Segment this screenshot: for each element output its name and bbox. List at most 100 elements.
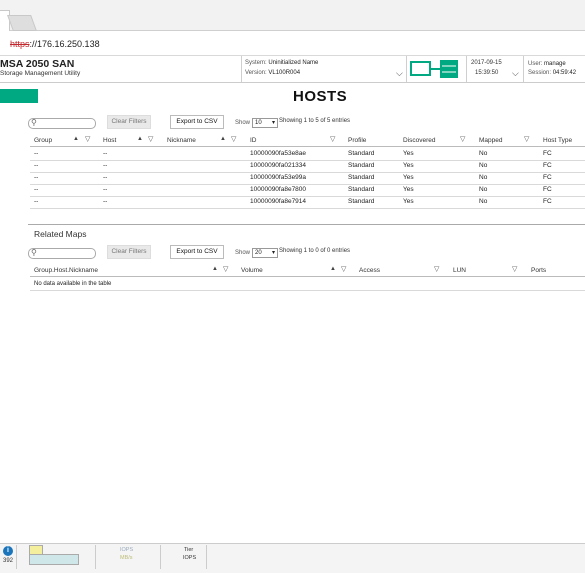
hosts-show-label: Show (235, 120, 251, 126)
sort-icon[interactable]: ▲ (137, 136, 143, 142)
table-row[interactable]: -- -- 10000090fa8e7914 Standard Yes No F… (0, 196, 585, 208)
col-header-discovered[interactable]: Discovered (403, 137, 436, 144)
col-header-id[interactable]: ID (250, 137, 257, 144)
table-row[interactable]: -- -- 10000090fa021334 Standard Yes No F… (0, 160, 585, 172)
maps-export-csv-button[interactable]: Export to CSV (170, 245, 224, 259)
version-info: Version: VL100R004 (245, 70, 301, 76)
col-header-profile[interactable]: Profile (348, 137, 366, 144)
col-header-mapped[interactable]: Mapped (479, 137, 503, 144)
info-icon[interactable]: i (3, 546, 13, 556)
product-name: MSA 2050 SAN (0, 58, 75, 70)
footer-divider (95, 545, 96, 569)
mbs-label: MB/s (120, 555, 133, 561)
hosts-entries-info: Showing 1 to 5 of 5 entries (279, 118, 351, 124)
hosts-export-csv-button[interactable]: Export to CSV (170, 115, 224, 129)
search-icon: ⚲ (31, 118, 37, 127)
cell-profile: Standard (348, 174, 375, 181)
cell-id: 10000090fa53e8ae (250, 150, 307, 157)
filter-icon[interactable]: ▽ (524, 135, 529, 143)
header-divider (466, 56, 467, 82)
maps-show-label: Show (235, 250, 251, 256)
url-host: ://176.16.250.138 (29, 39, 100, 49)
event-count: 392 (3, 558, 14, 564)
sort-icon[interactable]: ▲ (330, 266, 336, 272)
table-row[interactable]: -- -- 10000090fa53e8ae Standard Yes No F… (0, 148, 585, 160)
url-text[interactable]: https://176.16.250.138 (10, 39, 100, 49)
hosts-page-size-select[interactable]: 10 ▾ (252, 118, 278, 128)
table-row[interactable]: -- -- 10000090fa53e99a Standard Yes No F… (0, 172, 585, 184)
sort-icon[interactable]: ▲ (73, 136, 79, 142)
cell-mapped: No (479, 162, 488, 169)
header-divider (523, 56, 524, 82)
col-header-access[interactable]: Access (359, 267, 380, 274)
cell-id: 10000090fa021334 (250, 162, 307, 169)
cell-host-type: FC (543, 198, 552, 205)
cell-discovered: Yes (403, 198, 414, 205)
filter-icon[interactable]: ▽ (330, 135, 335, 143)
capacity-total-bar[interactable] (29, 554, 79, 565)
cell-group: -- (34, 162, 39, 169)
cell-mapped: No (479, 150, 488, 157)
search-icon: ⚲ (31, 248, 37, 257)
table-row[interactable]: -- -- 10000090fa8e7800 Standard Yes No F… (0, 184, 585, 196)
cell-group: -- (34, 186, 39, 193)
related-maps-title: Related Maps (34, 229, 87, 239)
section-divider (28, 224, 585, 225)
cell-group: -- (34, 198, 39, 205)
cell-profile: Standard (348, 186, 375, 193)
filter-icon[interactable]: ▽ (85, 135, 90, 143)
maps-entries-info: Showing 1 to 0 of 0 entries (279, 248, 351, 254)
cell-discovered: Yes (403, 162, 414, 169)
filter-icon[interactable]: ▽ (512, 265, 517, 273)
col-header-lun[interactable]: LUN (453, 267, 466, 274)
cell-host: -- (103, 174, 108, 181)
maps-search-input[interactable]: ⚲ (28, 248, 96, 259)
session-time: 04:59:42 (552, 70, 577, 76)
hosts-clear-filters-button[interactable]: Clear Filters (107, 115, 151, 129)
hosts-search-input[interactable]: ⚲ (28, 118, 96, 129)
col-header-volume[interactable]: Volume (241, 267, 263, 274)
col-header-group[interactable]: Group (34, 137, 52, 144)
filter-icon[interactable]: ▽ (341, 265, 346, 273)
col-header-nickname[interactable]: Nickname (167, 137, 196, 144)
filter-icon[interactable]: ▽ (231, 135, 236, 143)
filter-icon[interactable]: ▽ (460, 135, 465, 143)
enclosure-icon[interactable] (410, 59, 460, 81)
cell-group: -- (34, 174, 39, 181)
filter-icon[interactable]: ▽ (223, 265, 228, 273)
col-header-ports[interactable]: Ports (531, 267, 546, 274)
cell-host: -- (103, 198, 108, 205)
cell-mapped: No (479, 186, 488, 193)
action-button[interactable] (0, 89, 38, 103)
col-header-host[interactable]: Host (103, 137, 116, 144)
table-header-divider (30, 146, 585, 147)
user-info[interactable]: User: manage (528, 61, 566, 67)
browser-tab-bar (0, 0, 585, 31)
cell-id: 10000090fa8e7800 (250, 186, 307, 193)
date-display: 2017-09-15 (471, 60, 502, 66)
col-header-host-type[interactable]: Host Type (543, 137, 572, 144)
cell-host-type: FC (543, 150, 552, 157)
col-header-group-host-nickname[interactable]: Group.Host.Nickname (34, 267, 98, 274)
time-display: 15:39:50 (475, 70, 499, 76)
maps-page-size-select[interactable]: 20 ▾ (252, 248, 278, 258)
sort-icon[interactable]: ▲ (220, 136, 226, 142)
filter-icon[interactable]: ▽ (434, 265, 439, 273)
cell-mapped: No (479, 198, 488, 205)
empty-table-message: No data available in the table (34, 281, 112, 287)
header-divider (406, 56, 407, 82)
iops-label: IOPS (120, 547, 134, 553)
footer-divider (16, 545, 17, 569)
tier-label: Tier (184, 547, 194, 553)
cell-host: -- (103, 186, 108, 193)
maps-clear-filters-button[interactable]: Clear Filters (107, 245, 151, 259)
filter-icon[interactable]: ▽ (148, 135, 153, 143)
hosts-table-body: -- -- 10000090fa53e8ae Standard Yes No F… (0, 148, 585, 210)
system-chevron-down-icon[interactable]: ⌵ (396, 68, 403, 79)
cell-host-type: FC (543, 186, 552, 193)
sort-icon[interactable]: ▲ (212, 266, 218, 272)
system-info: System: Uninitialized Name (245, 60, 319, 66)
cell-discovered: Yes (403, 174, 414, 181)
datetime-chevron-down-icon[interactable]: ⌵ (512, 68, 519, 79)
row-divider (30, 208, 585, 209)
